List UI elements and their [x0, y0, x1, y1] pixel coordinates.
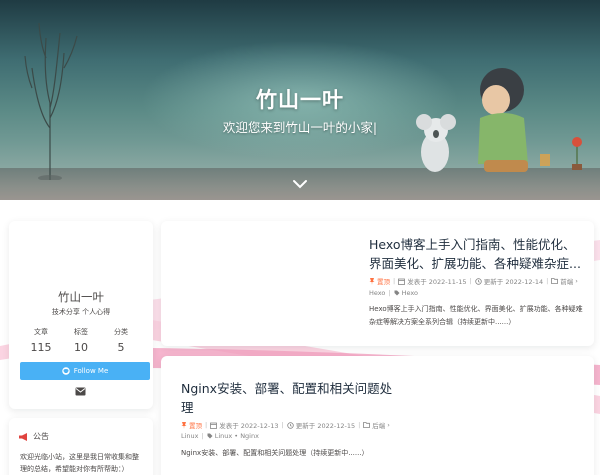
update-date: 更新于 2022-12-14	[475, 276, 543, 286]
thumbtack-icon	[181, 421, 187, 429]
scroll-down-icon[interactable]	[292, 178, 308, 190]
site-title: 竹山一叶	[256, 88, 344, 112]
post-tags: Linux | Linux • Nginx	[181, 432, 259, 440]
stat-label: 标签	[74, 328, 88, 336]
post-category[interactable]: 前端 ›	[551, 276, 578, 286]
post-card: Hexo博客上手入门指南、性能优化、界面美化、扩展功能、各种疑难杂症... 置顶…	[161, 221, 594, 346]
tag-icon	[394, 290, 400, 296]
announcement-title: 公告	[33, 432, 49, 441]
sticky-badge: 置顶	[181, 420, 202, 430]
email-icon[interactable]	[75, 387, 86, 396]
post-tag[interactable]: Linux	[181, 432, 199, 440]
post-excerpt: Hexo博客上手入门指南、性能优化、界面美化、扩展功能、各种疑难杂症等解决方案全…	[369, 305, 583, 326]
stat-count: 5	[117, 341, 125, 354]
site-stats: 文章 115 标签 10 分类 5	[21, 327, 141, 354]
thumbtack-icon	[369, 277, 375, 285]
tag-icon	[207, 433, 213, 439]
post-tag[interactable]: Hexo	[394, 289, 418, 297]
update-date: 更新于 2022-12-15	[287, 420, 355, 430]
publish-date: 发表于 2022-12-13	[210, 420, 279, 430]
author-card: 竹山一叶 技术分享 个人心得 文章 115 标签 10 分类 5 Follow …	[9, 221, 153, 409]
announcement-header: 公告	[19, 431, 49, 442]
folder-icon	[551, 278, 559, 284]
author-name: 竹山一叶	[58, 290, 104, 304]
post-meta: 置顶 | 发表于 2022-12-13 | 更新于 2022-12-15 | 后…	[181, 420, 390, 430]
calendar-icon	[398, 278, 406, 285]
history-icon	[475, 277, 482, 285]
calendar-icon	[210, 422, 218, 429]
announcement-card: 公告 欢迎光临小站，这里是我日常收集和整理的总结，希望能对你有所帮助：）	[9, 418, 153, 475]
post-meta: 置顶 | 发表于 2022-11-15 | 更新于 2022-12-14 | 前…	[369, 276, 578, 286]
github-icon	[61, 367, 70, 375]
history-icon	[287, 421, 294, 429]
stat-articles[interactable]: 文章 115	[21, 327, 61, 354]
post-title[interactable]: Nginx安装、部署、配置和相关问题处理	[181, 379, 401, 417]
post-tags: Hexo | Hexo	[369, 289, 419, 297]
post-tag[interactable]: Hexo	[369, 289, 385, 297]
hero-banner: 竹山一叶 欢迎您来到竹山一叶的小家|	[0, 0, 600, 200]
stat-tags[interactable]: 标签 10	[61, 327, 101, 354]
announcement-text: 欢迎光临小站，这里是我日常收集和整理的总结，希望能对你有所帮助：）	[20, 453, 139, 473]
bullhorn-icon	[19, 432, 27, 441]
post-category[interactable]: 后端 ›	[363, 420, 390, 430]
publish-date: 发表于 2022-11-15	[398, 276, 467, 286]
stat-count: 10	[74, 341, 88, 354]
post-title[interactable]: Hexo博客上手入门指南、性能优化、界面美化、扩展功能、各种疑难杂症...	[369, 235, 581, 273]
folder-icon	[363, 422, 371, 428]
stat-label: 分类	[114, 328, 128, 336]
sticky-badge: 置顶	[369, 276, 390, 286]
site-subtitle: 欢迎您来到竹山一叶的小家|	[222, 120, 378, 135]
author-description: 技术分享 个人心得	[51, 308, 111, 316]
post-card: Nginx安装、部署、配置和相关问题处理 置顶 | 发表于 2022-12-13…	[161, 356, 594, 475]
post-tag[interactable]: Linux • Nginx	[207, 432, 259, 440]
follow-me-label: Follow Me	[73, 367, 109, 375]
stat-categories[interactable]: 分类 5	[101, 327, 141, 354]
chevron-right-icon: ›	[387, 421, 390, 429]
follow-me-button[interactable]: Follow Me	[20, 362, 150, 380]
post-excerpt: Nginx安装、部署、配置和相关问题处理（持续更新中......）	[181, 449, 369, 457]
stat-count: 115	[30, 341, 52, 354]
chevron-right-icon: ›	[575, 277, 578, 285]
stat-label: 文章	[34, 328, 48, 336]
